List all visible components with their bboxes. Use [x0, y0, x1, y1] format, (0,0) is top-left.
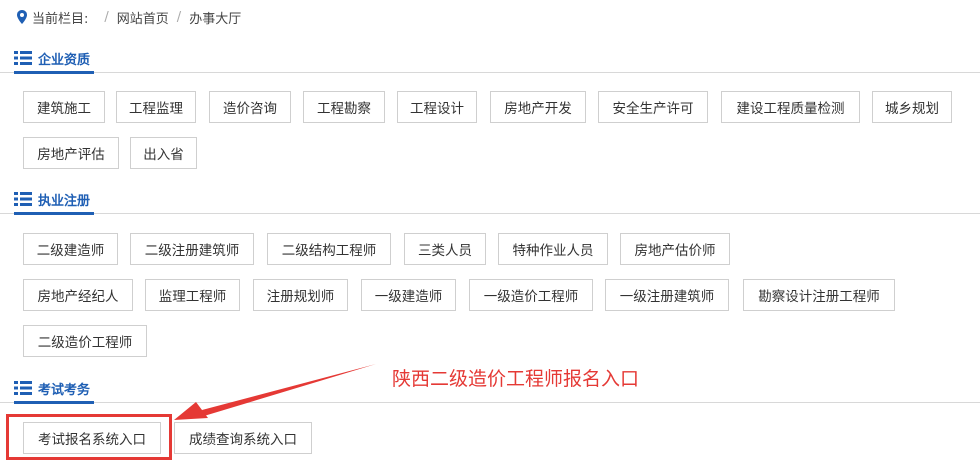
breadcrumb-separator: / [176, 9, 182, 25]
section-header-registration: 执业注册 [0, 187, 980, 215]
qual-button-quality-testing[interactable]: 建设工程质量检测 [721, 91, 860, 123]
reg-button-level1-architect[interactable]: 一级注册建筑师 [605, 279, 729, 311]
reg-button-supervision-engineer[interactable]: 监理工程师 [145, 279, 240, 311]
qual-button-urban-planning[interactable]: 城乡规划 [872, 91, 952, 123]
reg-button-planner[interactable]: 注册规划师 [253, 279, 348, 311]
breadcrumb: 当前栏目: / 网站首页 / 办事大厅 [16, 6, 241, 28]
breadcrumb-home-link[interactable]: 网站首页 [117, 8, 169, 27]
reg-button-level1-cost-engineer[interactable]: 一级造价工程师 [469, 279, 593, 311]
qual-button-cost-consulting[interactable]: 造价咨询 [209, 91, 291, 123]
qual-button-design[interactable]: 工程设计 [397, 91, 477, 123]
qual-button-construction[interactable]: 建筑施工 [23, 91, 105, 123]
section-title: 执业注册 [38, 193, 91, 209]
list-icon [14, 381, 32, 395]
reg-button-survey-design-engineer[interactable]: 勘察设计注册工程师 [743, 279, 895, 311]
qual-button-real-estate-dev[interactable]: 房地产开发 [490, 91, 586, 123]
breadcrumb-separator: / [104, 9, 109, 25]
list-icon [14, 192, 32, 206]
annotation-highlight-box [6, 414, 172, 460]
qual-button-supervision[interactable]: 工程监理 [116, 91, 196, 123]
qual-button-survey[interactable]: 工程勘察 [303, 91, 385, 123]
reg-button-three-categories[interactable]: 三类人员 [404, 233, 486, 265]
reg-button-real-estate-appraiser[interactable]: 房地产估价师 [620, 233, 730, 265]
qual-button-real-estate-appraisal[interactable]: 房地产评估 [23, 137, 119, 169]
qual-button-safety-permit[interactable]: 安全生产许可 [598, 91, 708, 123]
reg-button-level1-constructor[interactable]: 一级建造师 [361, 279, 456, 311]
reg-button-real-estate-agent[interactable]: 房地产经纪人 [23, 279, 133, 311]
section-header-qualification: 企业资质 [0, 46, 980, 74]
location-pin-icon [17, 10, 27, 24]
section-title: 企业资质 [38, 52, 91, 68]
annotation-text: 陕西二级造价工程师报名入口 [392, 368, 640, 390]
reg-button-special-operations[interactable]: 特种作业人员 [498, 233, 608, 265]
qual-button-inter-province[interactable]: 出入省 [130, 137, 197, 169]
reg-button-level2-structural[interactable]: 二级结构工程师 [267, 233, 391, 265]
score-query-button[interactable]: 成绩查询系统入口 [174, 422, 312, 454]
reg-button-level2-constructor[interactable]: 二级建造师 [23, 233, 118, 265]
section-title: 考试考务 [38, 382, 91, 398]
breadcrumb-current[interactable]: 办事大厅 [189, 8, 241, 27]
list-icon [14, 51, 32, 65]
reg-button-level2-architect[interactable]: 二级注册建筑师 [130, 233, 254, 265]
breadcrumb-prefix: 当前栏目: [32, 11, 89, 27]
reg-button-level2-cost-engineer[interactable]: 二级造价工程师 [23, 325, 147, 357]
